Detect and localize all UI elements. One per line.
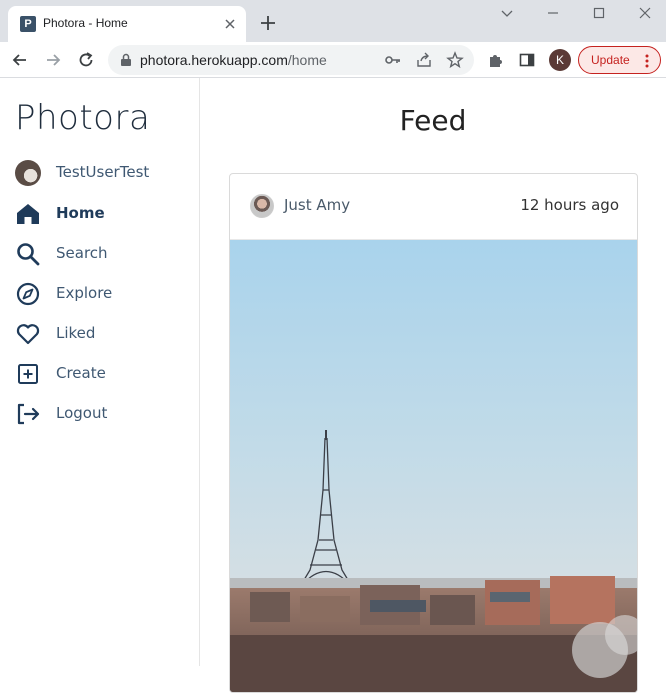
tab-title: Photora - Home: [43, 16, 128, 30]
close-window-icon[interactable]: [634, 4, 656, 22]
home-icon: [17, 204, 39, 224]
more-menu-icon: [645, 54, 649, 68]
heart-icon: [16, 324, 40, 345]
sidebar: Photora TestUserTest Home Search Explore…: [0, 78, 200, 666]
browser-toolbar: photora.herokuapp.com/home K Update: [0, 42, 666, 78]
update-label: Update: [591, 53, 630, 67]
paris-rooftops-graphic: [230, 576, 637, 692]
new-tab-icon[interactable]: [259, 14, 277, 32]
post-photo[interactable]: [230, 240, 638, 693]
sidebar-item-logout[interactable]: Logout: [15, 399, 195, 429]
page-title: Feed: [399, 104, 467, 137]
sidebar-item-profile[interactable]: TestUserTest: [15, 158, 195, 188]
minimize-icon[interactable]: [542, 4, 564, 22]
url-text[interactable]: photora.herokuapp.com/home: [140, 52, 327, 68]
post-header: Just Amy 12 hours ago: [230, 174, 637, 240]
sidebar-item-search[interactable]: Search: [15, 239, 195, 269]
forward-icon[interactable]: [43, 50, 63, 70]
sidebar-item-label: Liked: [56, 324, 96, 342]
share-icon[interactable]: [415, 51, 433, 69]
search-icon: [17, 243, 40, 266]
profile-avatar[interactable]: K: [549, 49, 571, 71]
sidebar-item-label: Explore: [56, 284, 113, 302]
browser-titlebar: P Photora - Home: [0, 0, 666, 42]
sidebar-item-label: Create: [56, 364, 106, 382]
author-avatar[interactable]: [250, 194, 274, 218]
sidebar-item-label: Home: [56, 204, 105, 222]
brand-logo[interactable]: Photora: [15, 98, 150, 138]
sidebar-item-home[interactable]: Home: [15, 199, 195, 229]
compass-icon: [16, 282, 40, 306]
back-icon[interactable]: [10, 50, 30, 70]
post-card: Just Amy 12 hours ago: [229, 173, 638, 693]
tab-search-icon[interactable]: [496, 4, 518, 22]
maximize-icon[interactable]: [588, 4, 610, 22]
lock-icon[interactable]: [120, 53, 132, 67]
sidebar-item-liked[interactable]: Liked: [15, 319, 195, 349]
sidebar-item-create[interactable]: Create: [15, 359, 195, 389]
extensions-icon[interactable]: [487, 51, 505, 69]
bookmark-star-icon[interactable]: [446, 51, 464, 69]
user-avatar: [15, 160, 41, 186]
favicon-icon: P: [20, 16, 36, 32]
main-content: Feed Just Amy 12 hours ago: [200, 78, 666, 693]
sidebar-item-explore[interactable]: Explore: [15, 279, 195, 309]
post-timestamp: 12 hours ago: [520, 196, 619, 214]
close-tab-icon[interactable]: [222, 16, 238, 32]
reload-icon[interactable]: [76, 50, 96, 70]
sidebar-item-label: TestUserTest: [56, 163, 150, 181]
address-bar[interactable]: photora.herokuapp.com/home: [108, 45, 474, 75]
url-domain: photora.herokuapp.com: [140, 52, 288, 68]
key-icon[interactable]: [384, 51, 402, 69]
plus-square-icon: [18, 364, 38, 384]
logout-icon: [17, 403, 40, 425]
sidebar-item-label: Search: [56, 244, 108, 262]
browser-tab[interactable]: P Photora - Home: [8, 6, 246, 42]
side-panel-icon[interactable]: [518, 51, 536, 69]
url-path: /home: [287, 52, 327, 68]
update-button[interactable]: Update: [578, 46, 661, 74]
post-author[interactable]: Just Amy: [284, 196, 350, 214]
sidebar-item-label: Logout: [56, 404, 108, 422]
